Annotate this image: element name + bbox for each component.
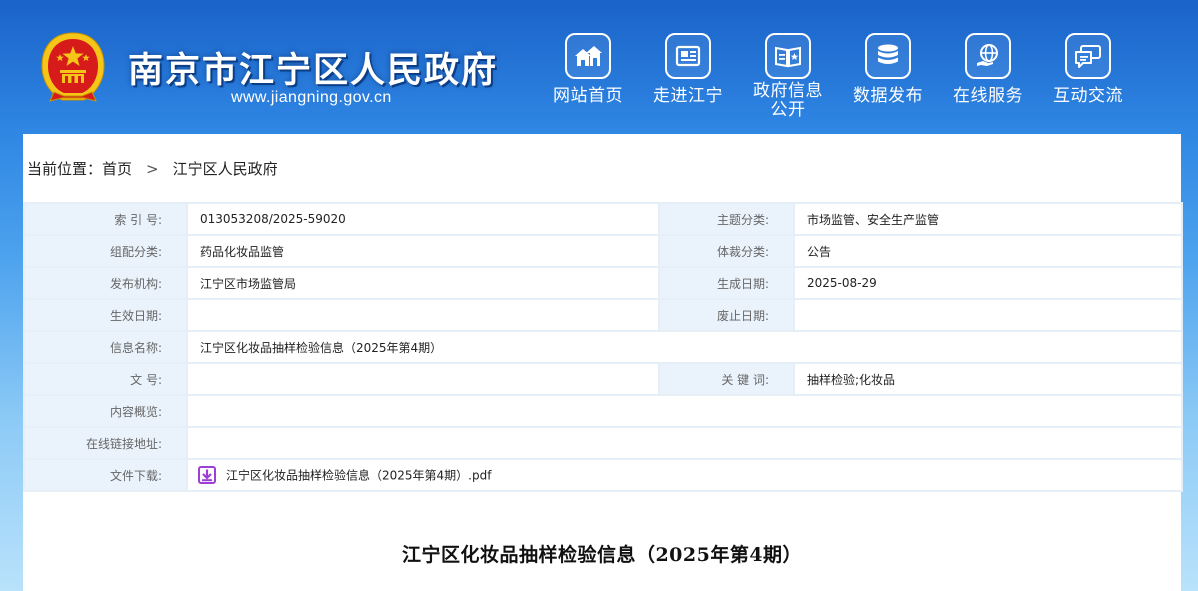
meta-row: 生效日期: 废止日期: bbox=[23, 298, 1183, 332]
newspaper-icon bbox=[665, 33, 711, 79]
nav-item-about-jiangning[interactable]: 走进江宁 bbox=[638, 32, 738, 128]
meta-value-abolished bbox=[793, 298, 1183, 332]
meta-value-effective bbox=[186, 298, 660, 332]
open-book-icon bbox=[765, 33, 811, 79]
meta-label-genre: 体裁分类: bbox=[658, 234, 795, 268]
meta-value-org-category: 药品化妆品监管 bbox=[186, 234, 660, 268]
meta-row: 发布机构: 江宁区市场监管局 生成日期: 2025-08-29 bbox=[23, 266, 1183, 300]
site-title: 南京市江宁区人民政府 bbox=[128, 51, 499, 91]
nav-label-gov-info-disclosure: 政府信息 公开 bbox=[738, 82, 838, 120]
meta-value-index: 013053208/2025-59020 bbox=[186, 202, 660, 236]
download-icon[interactable] bbox=[198, 466, 216, 484]
breadcrumb-home-link[interactable]: 首页 bbox=[102, 160, 132, 178]
site-url: www.jiangning.gov.cn bbox=[231, 89, 392, 106]
nav-label-interaction: 互动交流 bbox=[1053, 86, 1123, 106]
meta-value-overview bbox=[186, 394, 1183, 428]
breadcrumb-current-link[interactable]: 江宁区人民政府 bbox=[173, 160, 278, 178]
meta-label-effective: 生效日期: bbox=[23, 298, 188, 332]
site-header: 南京市江宁区人民政府 www.jiangning.gov.cn 网站首页 走进江… bbox=[0, 0, 1198, 134]
meta-label-index: 索 引 号: bbox=[23, 202, 188, 236]
meta-row: 文件下载: 江宁区化妆品抽样检验信息（2025年第4期）.pdf bbox=[23, 458, 1183, 492]
national-emblem-icon[interactable] bbox=[38, 30, 108, 106]
meta-value-keywords: 抽样检验;化妆品 bbox=[793, 362, 1183, 396]
meta-row: 文 号: 关 键 词: 抽样检验;化妆品 bbox=[23, 362, 1183, 396]
breadcrumb-separator: > bbox=[146, 160, 159, 178]
meta-value-doc-no bbox=[186, 362, 660, 396]
meta-value-theme: 市场监管、安全生产监管 bbox=[793, 202, 1183, 236]
meta-label-download: 文件下载: bbox=[23, 458, 188, 492]
meta-label-overview: 内容概览: bbox=[23, 394, 188, 428]
meta-label-org-category: 组配分类: bbox=[23, 234, 188, 268]
meta-label-abolished: 废止日期: bbox=[658, 298, 795, 332]
meta-value-online-link bbox=[186, 426, 1183, 460]
meta-label-keywords: 关 键 词: bbox=[658, 362, 795, 396]
content-panel: 当前位置：首页 > 江宁区人民政府 索 引 号: 013053208/2025-59… bbox=[23, 134, 1183, 591]
nav-label-gov-info-line1: 政府信息 bbox=[753, 81, 823, 101]
meta-label-name: 信息名称: bbox=[23, 330, 188, 364]
meta-row: 内容概览: bbox=[23, 394, 1183, 428]
nav-item-gov-info-disclosure[interactable]: 政府信息 公开 bbox=[738, 32, 838, 128]
nav-label-online-services: 在线服务 bbox=[953, 86, 1023, 106]
meta-value-download: 江宁区化妆品抽样检验信息（2025年第4期）.pdf bbox=[186, 458, 1183, 492]
globe-hand-icon bbox=[965, 33, 1011, 79]
meta-label-publisher: 发布机构: bbox=[23, 266, 188, 300]
meta-value-genre: 公告 bbox=[793, 234, 1183, 268]
nav-item-data-release[interactable]: 数据发布 bbox=[838, 32, 938, 128]
meta-value-created: 2025-08-29 bbox=[793, 266, 1183, 300]
meta-row: 组配分类: 药品化妆品监管 体裁分类: 公告 bbox=[23, 234, 1183, 268]
chat-bubbles-icon bbox=[1065, 33, 1111, 79]
pdf-download-link[interactable]: 江宁区化妆品抽样检验信息（2025年第4期）.pdf bbox=[226, 469, 491, 483]
meta-label-doc-no: 文 号: bbox=[23, 362, 188, 396]
nav-item-online-services[interactable]: 在线服务 bbox=[938, 32, 1038, 128]
document-metadata-table: 索 引 号: 013053208/2025-59020 主题分类: 市场监管、安… bbox=[23, 202, 1183, 492]
database-icon bbox=[865, 33, 911, 79]
meta-label-created: 生成日期: bbox=[658, 266, 795, 300]
nav-item-home[interactable]: 网站首页 bbox=[538, 32, 638, 128]
nav-label-about-jiangning: 走进江宁 bbox=[653, 86, 723, 106]
breadcrumb: 当前位置：首页 > 江宁区人民政府 bbox=[27, 158, 278, 179]
meta-row: 在线链接地址: bbox=[23, 426, 1183, 460]
main-nav: 网站首页 走进江宁 政府信息 公开 数据发布 在线服务 互动交流 bbox=[538, 32, 1178, 132]
meta-label-theme: 主题分类: bbox=[658, 202, 795, 236]
houses-icon bbox=[565, 33, 611, 79]
nav-label-gov-info-line2: 公开 bbox=[770, 100, 806, 120]
meta-value-name: 江宁区化妆品抽样检验信息（2025年第4期） bbox=[186, 330, 1183, 364]
article-title: 江宁区化妆品抽样检验信息（2025年第4期） bbox=[401, 544, 803, 566]
meta-label-online-link: 在线链接地址: bbox=[23, 426, 188, 460]
nav-label-home: 网站首页 bbox=[553, 86, 623, 106]
nav-label-data-release: 数据发布 bbox=[853, 86, 923, 106]
meta-value-publisher: 江宁区市场监管局 bbox=[186, 266, 660, 300]
meta-row: 索 引 号: 013053208/2025-59020 主题分类: 市场监管、安… bbox=[23, 202, 1183, 236]
nav-item-interaction[interactable]: 互动交流 bbox=[1038, 32, 1138, 128]
meta-row: 信息名称: 江宁区化妆品抽样检验信息（2025年第4期） bbox=[23, 330, 1183, 364]
breadcrumb-prefix: 当前位置： bbox=[27, 160, 103, 178]
